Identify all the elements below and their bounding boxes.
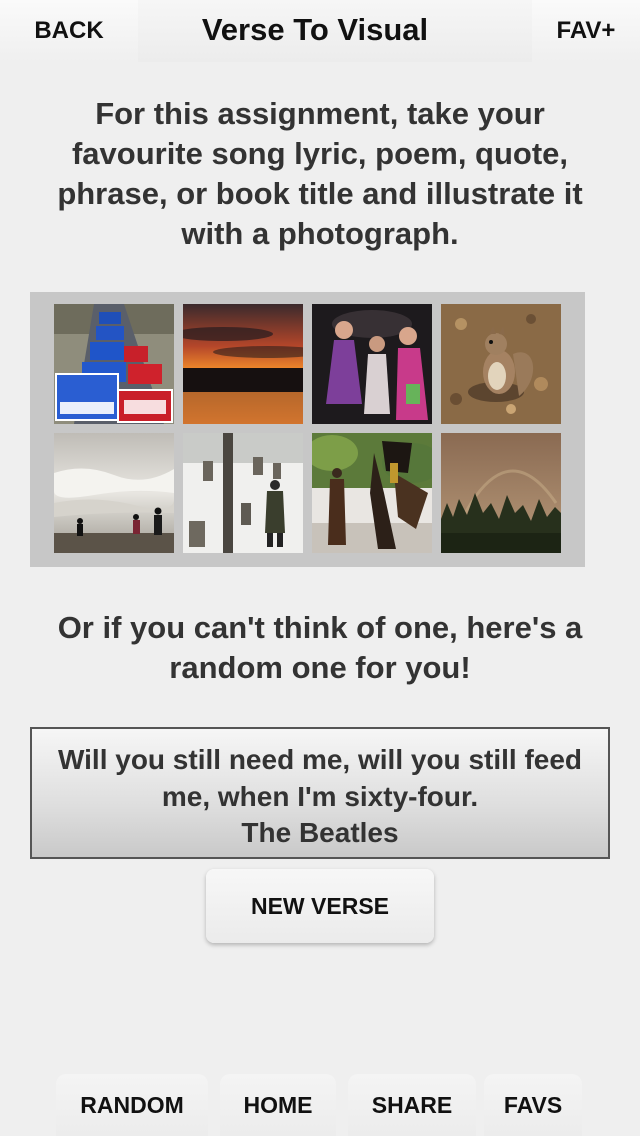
favs-tab[interactable]: FAVS <box>484 1074 582 1136</box>
thumbnail-stormy-beach[interactable] <box>54 433 174 553</box>
verse-text: Will you still need me, will you still f… <box>57 744 583 812</box>
thumbnail-sunset[interactable] <box>183 304 303 424</box>
share-tab[interactable]: SHARE <box>348 1074 476 1136</box>
thumbnail-dancers[interactable] <box>312 304 432 424</box>
back-button[interactable]: BACK <box>0 0 138 62</box>
top-nav-bar: BACK Verse To Visual FAV+ <box>0 0 640 62</box>
assignment-description: For this assignment, take your favourite… <box>57 96 583 251</box>
verse-author: The Beatles <box>241 817 399 848</box>
thumbnail-campaign-signs[interactable] <box>54 304 174 424</box>
thumbnail-costumed-dancer[interactable] <box>312 433 432 553</box>
thumbnail-rainbow-forest[interactable] <box>441 433 561 553</box>
verse-card: Will you still need me, will you still f… <box>30 727 610 859</box>
add-favorite-button[interactable]: FAV+ <box>532 0 640 62</box>
thumbnail-squirrel[interactable] <box>441 304 561 424</box>
random-tab[interactable]: RANDOM <box>56 1074 208 1136</box>
random-verse-prompt: Or if you can't think of one, here's a r… <box>57 610 583 685</box>
new-verse-button[interactable]: NEW VERSE <box>206 869 434 943</box>
page-title: Verse To Visual <box>201 12 429 47</box>
thumbnail-snowy-cemetery[interactable] <box>183 433 303 553</box>
home-tab[interactable]: HOME <box>220 1074 336 1136</box>
bottom-tab-bar: RANDOM HOME SHARE FAVS <box>0 1074 640 1136</box>
photo-gallery <box>30 292 585 567</box>
